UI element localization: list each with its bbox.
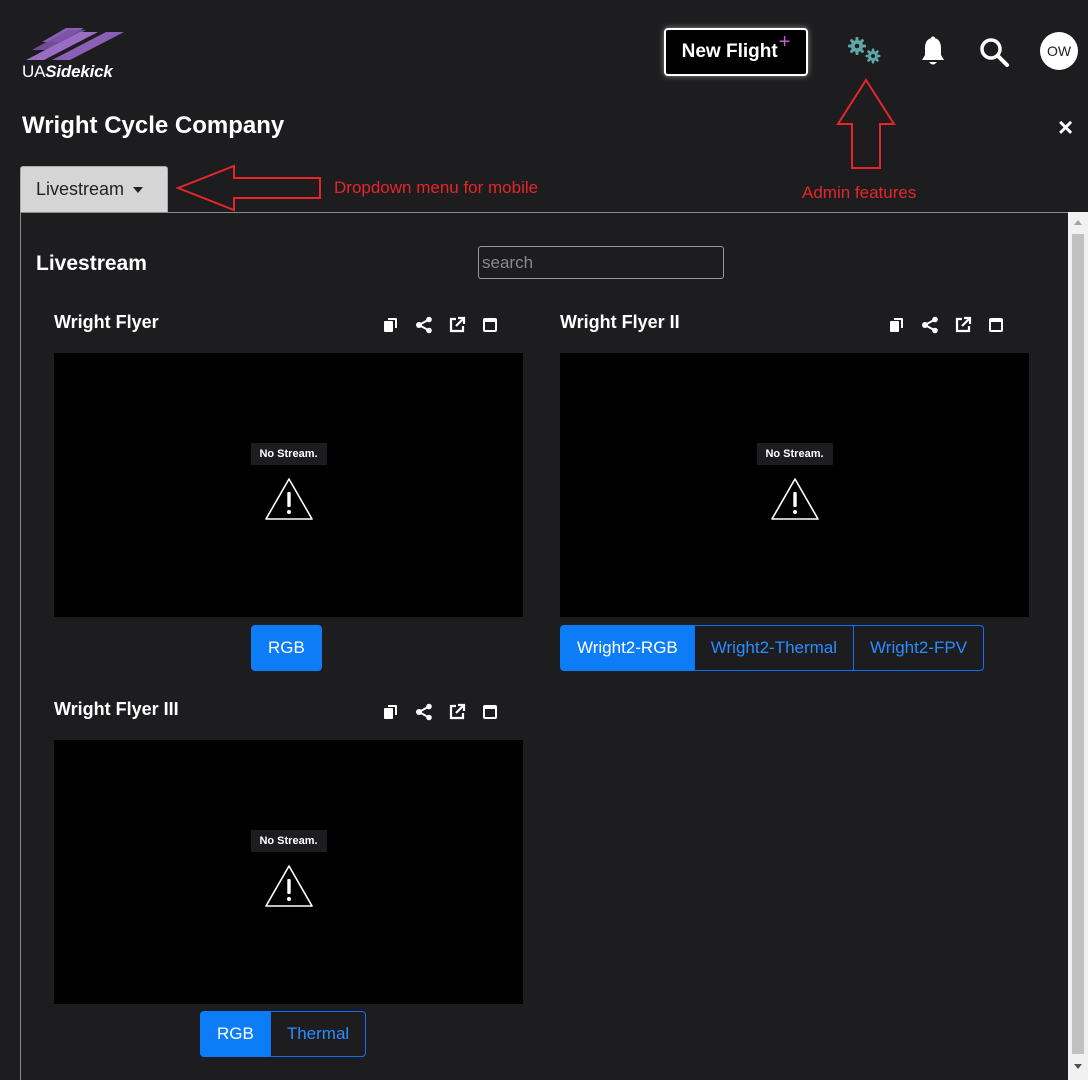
card-title: Wright Flyer II <box>560 312 680 332</box>
section-title: Livestream <box>36 252 147 275</box>
stream-button-rgb[interactable]: RGB <box>251 625 322 671</box>
external-link-icon[interactable] <box>440 701 473 723</box>
card-actions <box>880 314 1012 336</box>
external-link-icon[interactable] <box>946 314 979 336</box>
no-stream-label: No Stream. <box>756 443 833 465</box>
video-stream[interactable]: No Stream. <box>560 353 1029 617</box>
card-title: Wright Flyer III <box>54 699 179 719</box>
avatar[interactable]: OW <box>1040 32 1078 70</box>
close-icon[interactable]: × <box>1058 112 1073 143</box>
card-actions <box>374 701 506 723</box>
mobile-annotation-arrow-icon <box>176 164 321 212</box>
gears-icon[interactable] <box>846 36 886 71</box>
caret-down-icon <box>133 186 144 193</box>
stream-button-wright2-thermal[interactable]: Wright2-Thermal <box>693 625 855 671</box>
scroll-thumb[interactable] <box>1072 234 1084 1054</box>
copy-icon[interactable] <box>880 314 913 336</box>
share-icon[interactable] <box>407 314 440 336</box>
card-actions <box>374 314 506 336</box>
new-flight-label: New Flight <box>681 41 778 62</box>
stream-selector: RGB <box>251 625 322 671</box>
window-icon[interactable] <box>473 701 506 723</box>
video-stream[interactable]: No Stream. <box>54 353 523 617</box>
window-icon[interactable] <box>473 314 506 336</box>
stream-selector: Wright2-RGB Wright2-Thermal Wright2-FPV <box>560 625 985 671</box>
no-stream-label: No Stream. <box>250 830 327 852</box>
logo-stripes-icon <box>26 28 124 60</box>
tab-dropdown-livestream[interactable]: Livestream <box>20 166 168 212</box>
scroll-up-icon[interactable] <box>1074 220 1082 225</box>
logo-text-sidekick: Sidekick <box>45 62 113 81</box>
panel-scrollbar[interactable] <box>1068 212 1088 1080</box>
stream-selector: RGB Thermal <box>200 1011 367 1057</box>
share-icon[interactable] <box>407 701 440 723</box>
no-stream-label: No Stream. <box>250 443 327 465</box>
plus-icon: + <box>778 30 791 53</box>
stream-button-thermal[interactable]: Thermal <box>269 1011 367 1057</box>
copy-icon[interactable] <box>374 314 407 336</box>
stream-button-wright2-rgb[interactable]: Wright2-RGB <box>560 625 695 671</box>
logo-text-ua: UA <box>22 62 46 81</box>
video-stream[interactable]: No Stream. <box>54 740 523 1004</box>
company-title: Wright Cycle Company <box>22 112 285 139</box>
new-flight-button[interactable]: New Flight + <box>664 28 808 76</box>
top-bar: UASidekick New Flight + OW <box>0 0 1088 104</box>
share-icon[interactable] <box>913 314 946 336</box>
scroll-down-icon[interactable] <box>1074 1064 1082 1069</box>
window-icon[interactable] <box>979 314 1012 336</box>
bell-icon[interactable] <box>920 36 946 73</box>
copy-icon[interactable] <box>374 701 407 723</box>
annotation-admin-features: Admin features <box>802 183 917 202</box>
search-input[interactable] <box>478 246 724 279</box>
warning-icon <box>770 478 819 520</box>
stream-button-wright2-fpv[interactable]: Wright2-FPV <box>853 625 985 671</box>
app-logo[interactable]: UASidekick <box>22 28 162 88</box>
card-title: Wright Flyer <box>54 312 159 332</box>
external-link-icon[interactable] <box>440 314 473 336</box>
admin-annotation-arrow-icon <box>836 78 896 169</box>
tab-dropdown-label: Livestream <box>36 179 125 199</box>
warning-icon <box>264 865 313 907</box>
stream-button-rgb[interactable]: RGB <box>200 1011 271 1057</box>
search-icon[interactable] <box>978 36 1010 73</box>
annotation-dropdown-mobile: Dropdown menu for mobile <box>334 178 539 197</box>
logo-text: UASidekick <box>22 62 113 82</box>
warning-icon <box>264 478 313 520</box>
